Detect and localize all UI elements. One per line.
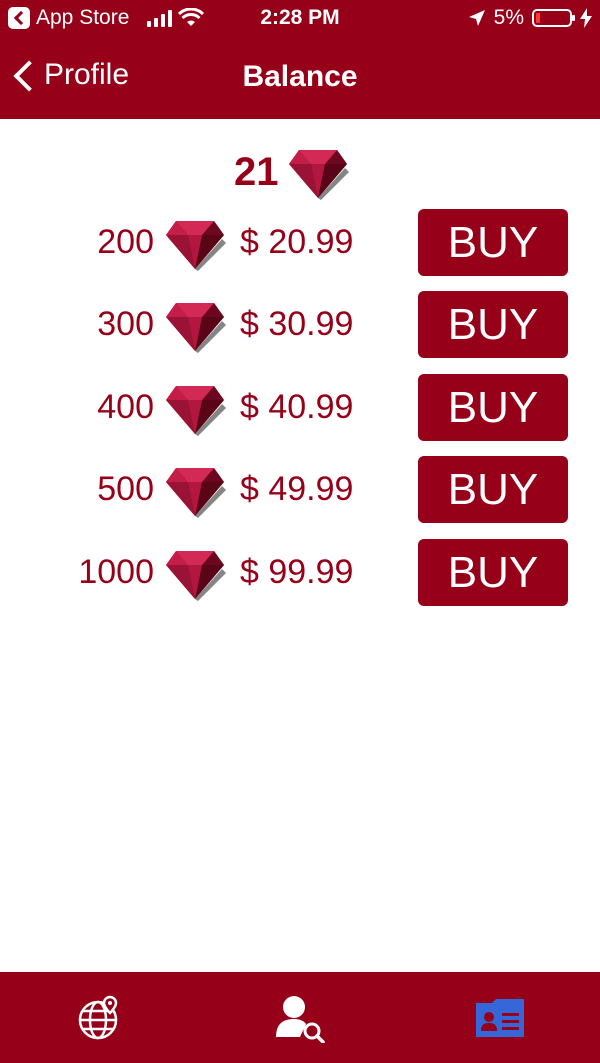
tab-explore[interactable]: [0, 972, 200, 1063]
package-price: $ 40.99: [240, 388, 354, 426]
package-quantity: 300: [97, 305, 154, 343]
battery-percent: 5%: [493, 6, 524, 29]
buy-button[interactable]: BUY: [418, 374, 568, 441]
tab-profile-card[interactable]: [400, 972, 600, 1063]
package-quantity: 200: [97, 223, 154, 261]
package-row-400: 400 $ 40.99 BUY: [0, 374, 600, 441]
package-row-200: 200 $ 20.99 BUY: [0, 209, 600, 276]
status-right: 5%: [468, 6, 592, 30]
package-quantity: 500: [97, 470, 154, 508]
buy-button[interactable]: BUY: [418, 209, 568, 276]
user-search-icon: [276, 995, 325, 1043]
top-bar: App Store 2:28 PM 5% Profile Balance: [0, 0, 600, 119]
package-price: $ 20.99: [240, 223, 354, 261]
tab-search-users[interactable]: [200, 972, 400, 1063]
package-quantity: 1000: [78, 553, 154, 591]
package-price: $ 99.99: [240, 553, 354, 591]
buy-button[interactable]: BUY: [418, 456, 568, 523]
globe-location-icon: [78, 995, 118, 1039]
package-row-500: 500 $ 49.99 BUY: [0, 456, 600, 523]
ruby-gem-icon: [288, 150, 349, 200]
contact-card-icon: [476, 998, 524, 1037]
current-balance: 21: [234, 144, 349, 200]
buy-button[interactable]: BUY: [418, 539, 568, 606]
status-bar: App Store 2:28 PM 5%: [0, 0, 600, 38]
battery-icon: [532, 9, 575, 27]
ruby-gem-icon: [166, 385, 226, 436]
package-quantity: 400: [97, 388, 154, 426]
package-row-1000: 1000 $ 99.99 BUY: [0, 539, 600, 606]
ruby-gem-icon: [166, 550, 226, 601]
ruby-gem-icon: [166, 467, 226, 518]
package-price: $ 30.99: [240, 305, 354, 343]
buy-button[interactable]: BUY: [418, 291, 568, 358]
navigation-bar: Profile Balance: [0, 40, 600, 119]
balance-amount: 21: [234, 149, 279, 194]
package-row-300: 300 $ 30.99 BUY: [0, 291, 600, 358]
package-price: $ 49.99: [240, 470, 354, 508]
ruby-gem-icon: [166, 302, 226, 353]
ruby-gem-icon: [166, 220, 226, 271]
charging-bolt-icon: [580, 8, 592, 28]
location-arrow-icon: [468, 10, 485, 26]
tab-bar: [0, 972, 600, 1063]
page-title: Balance: [242, 60, 358, 93]
